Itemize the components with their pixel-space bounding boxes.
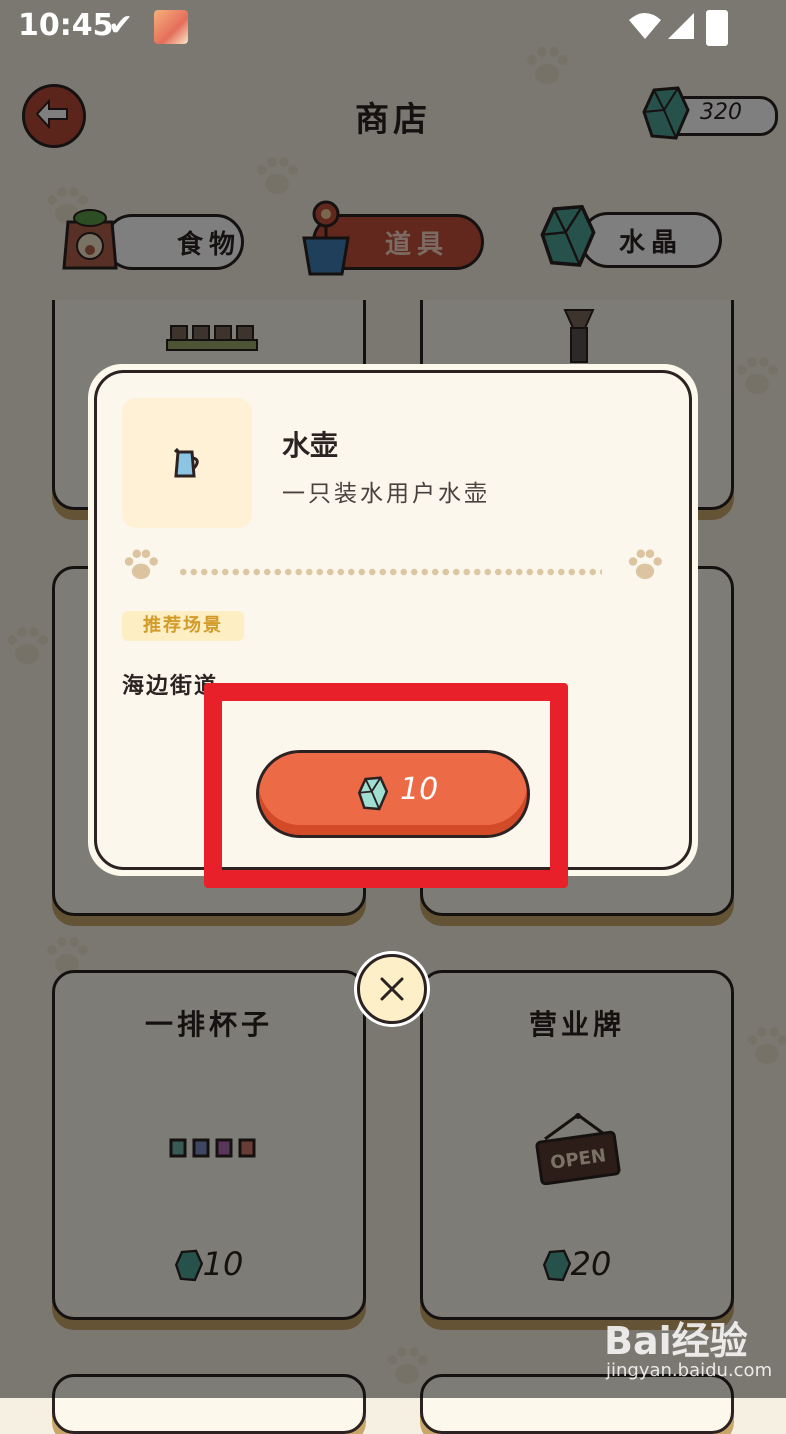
signal-icon: [668, 13, 694, 39]
wifi-icon: [629, 13, 661, 39]
paw-icon: [124, 549, 158, 580]
item-description: 一只装水用户水壶: [282, 481, 490, 507]
watermark-brand: Bai经验: [604, 1319, 748, 1363]
paw-icon: [628, 549, 662, 580]
item-thumbnail: [122, 398, 252, 528]
close-icon: [380, 977, 404, 1001]
check-icon: ✔: [108, 8, 134, 43]
dotted-divider: [178, 568, 602, 576]
item-name: 水壶: [282, 429, 339, 462]
watermark-url: jingyan.baidu.com: [606, 1360, 773, 1381]
water-jug-icon: [173, 448, 199, 478]
app-notification-icon: [154, 10, 188, 44]
close-button[interactable]: [357, 954, 427, 1024]
battery-icon: [706, 10, 728, 46]
status-bar: 10:45 ✔: [0, 0, 786, 54]
recommended-scene-tag: 推荐场景: [122, 611, 244, 641]
status-time: 10:45: [18, 8, 114, 43]
highlight-box: [204, 683, 568, 888]
